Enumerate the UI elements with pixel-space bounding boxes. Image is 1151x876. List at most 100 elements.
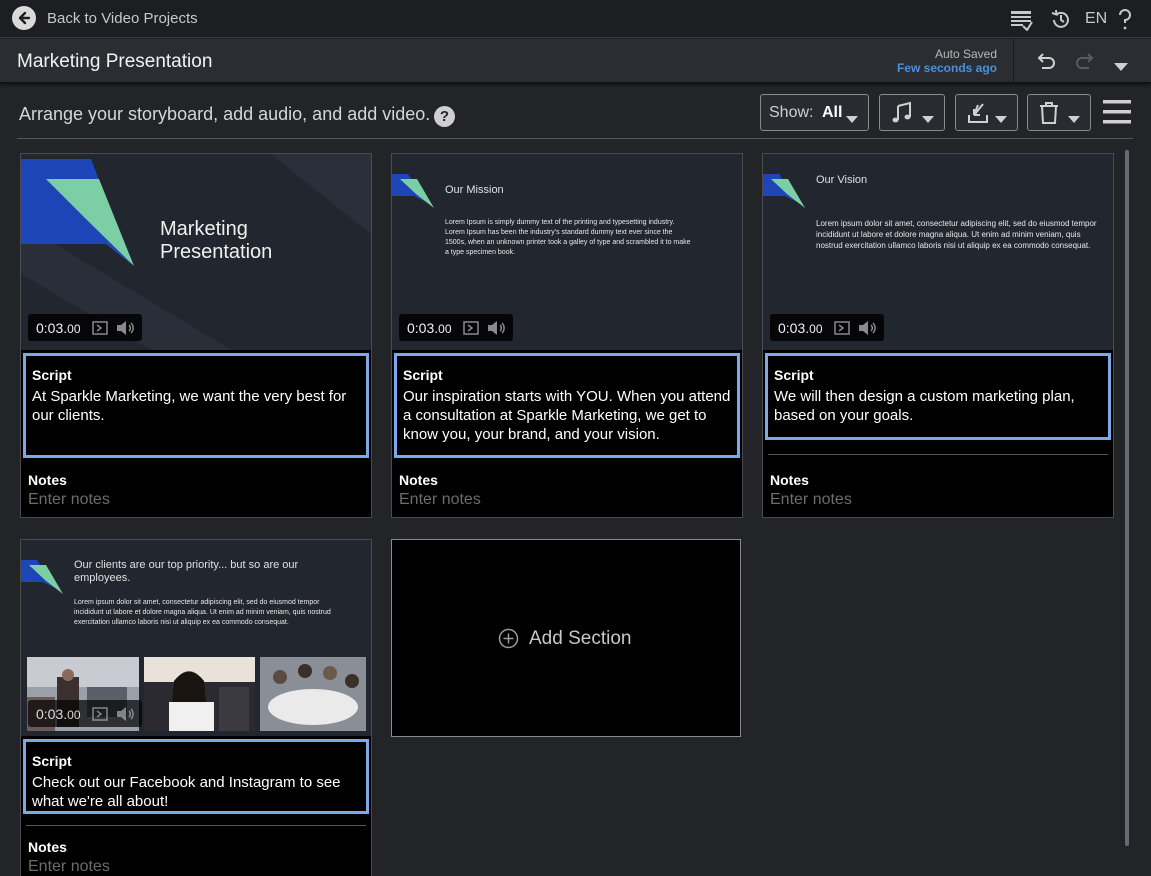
duration-fraction: 00 <box>67 708 81 722</box>
notes-input[interactable]: Enter notes <box>28 491 110 509</box>
delete-dropdown-button[interactable] <box>1027 94 1091 131</box>
team-photo <box>144 657 255 731</box>
autosave-status: Auto Saved Few seconds ago <box>897 47 997 75</box>
notes-input[interactable]: Enter notes <box>399 491 481 509</box>
script-text[interactable]: At Sparkle Marketing, we want the very b… <box>32 387 366 425</box>
chevron-down-icon <box>922 110 934 128</box>
add-section-label: Add Section <box>529 628 632 649</box>
script-text[interactable]: Check out our Facebook and Instagram to … <box>32 773 366 811</box>
storyboard-instructions: Arrange your storyboard, add audio, and … <box>19 104 431 124</box>
hamburger-menu-icon[interactable] <box>1103 99 1131 130</box>
notes-divider <box>26 825 366 826</box>
slide-heading: Our clients are our top priority... but … <box>74 559 299 584</box>
autosave-label: Auto Saved <box>934 47 997 61</box>
duration-control[interactable]: 0:03.00 <box>28 700 142 727</box>
add-section-button[interactable]: Add Section <box>391 539 741 737</box>
script-textarea[interactable]: Script We will then design a custom mark… <box>765 353 1111 440</box>
script-text[interactable]: Our inspiration starts with YOU. When yo… <box>403 387 737 444</box>
toolbar-divider <box>17 138 1133 139</box>
show-label: Show: <box>769 104 814 121</box>
storyboard-section-card[interactable]: Marketing Presentation 0:03.00 Script At… <box>20 153 372 518</box>
chevron-down-icon <box>1068 110 1080 128</box>
notes-label: Notes <box>399 472 438 488</box>
duration-seconds: 0:03. <box>36 706 68 722</box>
chevron-down-icon <box>846 110 858 128</box>
meeting-photo <box>260 657 366 731</box>
history-icon[interactable] <box>1050 9 1072 36</box>
duration-time[interactable]: 0:03.00 <box>407 320 452 336</box>
undo-icon[interactable] <box>1036 50 1058 77</box>
slide-thumbnail[interactable]: Marketing Presentation 0:03.00 <box>21 154 371 350</box>
trash-icon <box>1038 101 1060 130</box>
script-textarea[interactable]: Script Check out our Facebook and Instag… <box>23 739 369 814</box>
duration-control[interactable]: 0:03.00 <box>28 314 142 341</box>
slide-body-text: Lorem Ipsum is simply dummy text of the … <box>445 219 691 256</box>
duration-time[interactable]: 0:03.00 <box>36 320 81 336</box>
captions-toggle-icon[interactable] <box>92 707 108 726</box>
slide-thumbnail[interactable]: Our Vision Lorem ipsum dolor sit amet, c… <box>763 154 1113 350</box>
slide-heading: Our Vision <box>816 174 868 186</box>
back-to-projects-link[interactable]: Back to Video Projects <box>47 10 198 27</box>
volume-icon[interactable] <box>858 320 878 341</box>
top-bar: Back to Video Projects EN <box>0 0 1151 38</box>
duration-time[interactable]: 0:03.00 <box>36 706 81 722</box>
duration-time[interactable]: 0:03.00 <box>778 320 823 336</box>
project-title[interactable]: Marketing Presentation <box>17 51 212 73</box>
music-note-icon <box>890 101 914 130</box>
duration-seconds: 0:03. <box>36 320 68 336</box>
slide-body-text: Lorem ipsum dolor sit amet, consectetur … <box>816 219 1097 250</box>
captions-toggle-icon[interactable] <box>834 321 850 340</box>
volume-icon[interactable] <box>116 706 136 727</box>
captions-toggle-icon[interactable] <box>92 321 108 340</box>
more-options-chevron-down-icon[interactable] <box>1114 58 1128 76</box>
chevron-down-icon <box>995 110 1007 128</box>
slide-title-line: Presentation <box>160 241 273 263</box>
slide-heading: Our Mission <box>445 184 504 196</box>
plus-circle-icon <box>498 628 519 654</box>
slide-thumbnail[interactable]: Our Mission Lorem Ipsum is simply dummy … <box>392 154 742 350</box>
title-divider <box>1013 39 1014 83</box>
notes-label: Notes <box>28 839 67 855</box>
notes-label: Notes <box>770 472 809 488</box>
script-label: Script <box>32 367 72 383</box>
duration-seconds: 0:03. <box>778 320 810 336</box>
duration-seconds: 0:03. <box>407 320 439 336</box>
help-icon[interactable] <box>1117 9 1133 36</box>
script-textarea[interactable]: Script Our inspiration starts with YOU. … <box>394 353 740 458</box>
audio-dropdown-button[interactable] <box>879 94 945 131</box>
duration-control[interactable]: 0:03.00 <box>399 314 513 341</box>
captions-toggle-icon[interactable] <box>463 321 479 340</box>
volume-icon[interactable] <box>116 320 136 341</box>
language-selector[interactable]: EN <box>1085 10 1107 28</box>
duration-control[interactable]: 0:03.00 <box>770 314 884 341</box>
import-video-dropdown-button[interactable] <box>955 94 1018 131</box>
script-label: Script <box>774 367 814 383</box>
duration-fraction: 00 <box>438 322 452 336</box>
storyboard-section-card[interactable]: Our clients are our top priority... but … <box>20 539 372 876</box>
storyboard-section-card[interactable]: Our Mission Lorem Ipsum is simply dummy … <box>391 153 743 518</box>
notes-label: Notes <box>28 472 67 488</box>
slide-thumbnail[interactable]: Our clients are our top priority... but … <box>21 540 371 736</box>
slide-title: Marketing Presentation <box>160 218 272 264</box>
script-text[interactable]: We will then design a custom marketing p… <box>774 387 1108 425</box>
back-arrow-icon[interactable] <box>12 6 36 30</box>
import-download-icon <box>966 101 990 130</box>
script-label: Script <box>32 753 72 769</box>
slide-title-line: Marketing <box>160 218 248 240</box>
duration-fraction: 00 <box>67 322 81 336</box>
notes-divider <box>768 454 1108 455</box>
notes-input[interactable]: Enter notes <box>28 858 110 876</box>
vertical-scrollbar[interactable] <box>1125 150 1129 846</box>
volume-icon[interactable] <box>487 320 507 341</box>
title-bar: Marketing Presentation Auto Saved Few se… <box>0 39 1151 83</box>
duration-fraction: 00 <box>809 322 823 336</box>
script-textarea[interactable]: Script At Sparkle Marketing, we want the… <box>23 353 369 458</box>
instructions-help-icon[interactable]: ? <box>434 106 455 127</box>
show-filter-dropdown[interactable]: Show: All <box>760 94 869 131</box>
show-value: All <box>822 104 843 121</box>
captions-icon[interactable] <box>1009 9 1033 36</box>
storyboard-section-card[interactable]: Our Vision Lorem ipsum dolor sit amet, c… <box>762 153 1114 518</box>
notes-input[interactable]: Enter notes <box>770 491 852 509</box>
redo-icon[interactable] <box>1073 50 1095 77</box>
script-label: Script <box>403 367 443 383</box>
